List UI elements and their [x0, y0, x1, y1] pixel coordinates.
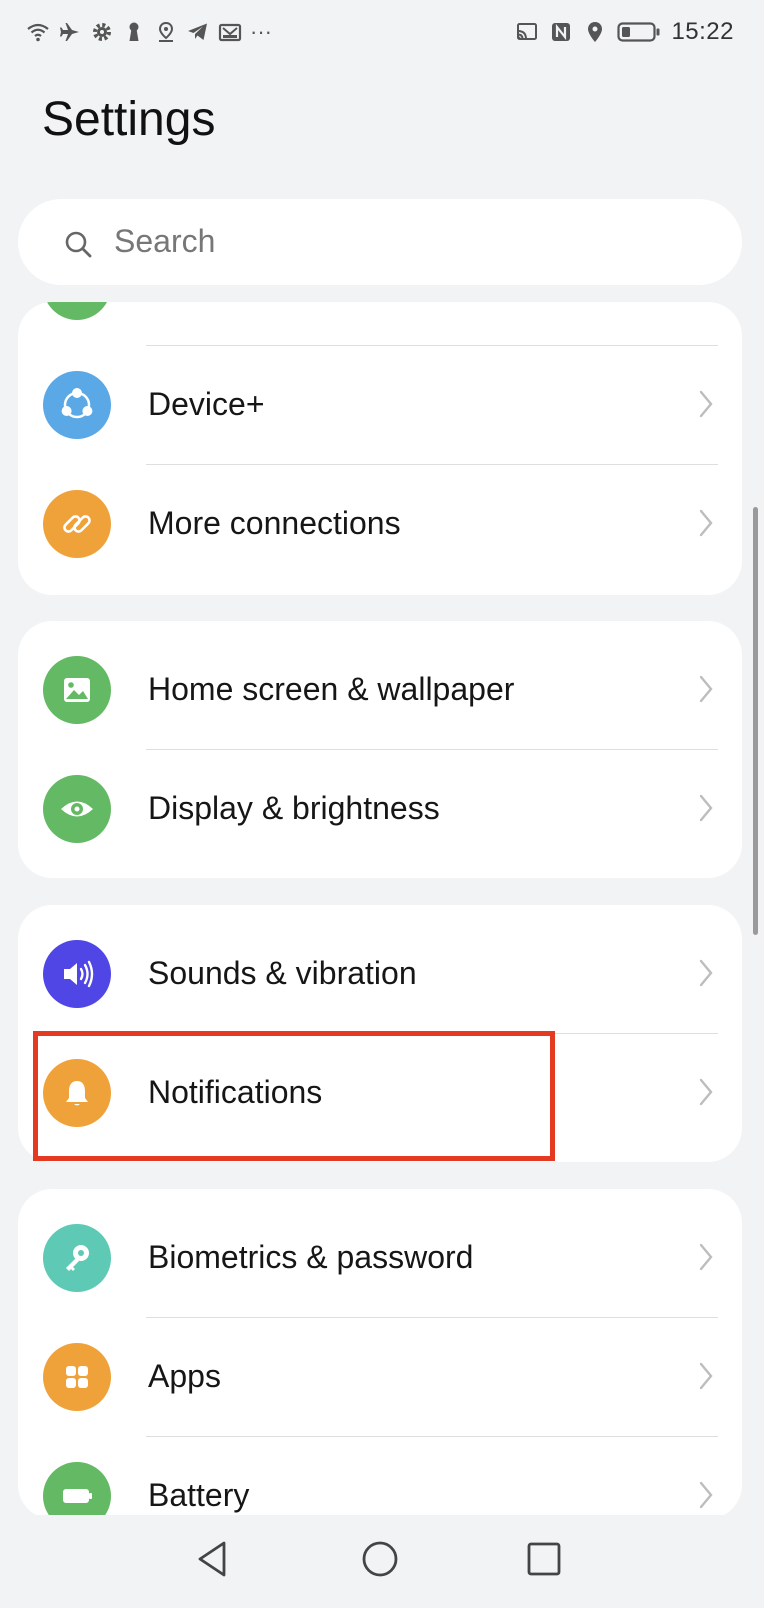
settings-item-label: Apps [148, 1358, 221, 1394]
settings-group-security-apps: Biometrics & password Apps Battery [18, 1189, 742, 1519]
gear-icon [93, 23, 111, 41]
chevron-right-icon [699, 390, 713, 418]
settings-item-sounds-vibration[interactable]: Sounds & vibration [18, 915, 742, 1033]
battery-icon [43, 1462, 111, 1519]
cast-icon [517, 23, 538, 40]
device-plus-icon [43, 371, 111, 439]
speaker-icon [43, 940, 111, 1008]
settings-item-apps[interactable]: Apps [18, 1318, 742, 1436]
chevron-right-icon [699, 1243, 713, 1271]
settings-item-label: Device+ [148, 386, 265, 422]
wifi-icon [27, 23, 49, 42]
location-icon [588, 22, 603, 42]
battery-status-icon [617, 22, 660, 42]
chevron-right-icon [699, 1481, 713, 1509]
partial-item-icon [43, 302, 111, 320]
chevron-right-icon [699, 509, 713, 537]
keyhole-icon [129, 22, 139, 41]
settings-item-label: Home screen & wallpaper [148, 671, 515, 707]
page-title: Settings [42, 93, 216, 146]
image-icon [43, 656, 111, 724]
settings-item-label: Sounds & vibration [148, 955, 417, 991]
navigation-bar [0, 1515, 764, 1608]
settings-item-device-plus[interactable]: Device+ [18, 346, 742, 464]
settings-group-display: Home screen & wallpaper Display & bright… [18, 621, 742, 878]
settings-item-battery[interactable]: Battery [18, 1437, 742, 1519]
location-pin-icon [158, 21, 174, 42]
search-input[interactable]: Search [114, 223, 215, 260]
settings-item-display-brightness[interactable]: Display & brightness [18, 750, 742, 868]
clock: 15:22 [671, 18, 734, 45]
search-bar[interactable]: Search [18, 199, 742, 285]
recents-icon[interactable] [520, 1535, 568, 1583]
settings-item-more-connections[interactable]: More connections [18, 465, 742, 583]
settings-item-biometrics-password[interactable]: Biometrics & password [18, 1199, 742, 1317]
chevron-right-icon [699, 794, 713, 822]
apps-grid-icon [43, 1343, 111, 1411]
back-icon[interactable] [190, 1535, 238, 1583]
settings-item-label: More connections [148, 505, 401, 541]
settings-group-connections: Device+ More connections [18, 302, 742, 595]
settings-item-label: Biometrics & password [148, 1239, 474, 1275]
chevron-right-icon [699, 675, 713, 703]
scrollbar[interactable] [753, 507, 758, 935]
settings-item-label: Display & brightness [148, 790, 440, 826]
status-bar: ··· 15:22 [0, 0, 764, 64]
chevron-right-icon [699, 1078, 713, 1106]
chevron-right-icon [699, 959, 713, 987]
more-notifications-indicator: ··· [250, 19, 272, 44]
chevron-right-icon [699, 1362, 713, 1390]
nfc-icon [552, 23, 571, 41]
highlight-box [33, 1031, 555, 1161]
mail-icon [218, 23, 242, 42]
telegram-icon [188, 23, 207, 40]
settings-item-home-screen-wallpaper[interactable]: Home screen & wallpaper [18, 631, 742, 749]
airplane-icon [60, 23, 79, 41]
key-icon [43, 1224, 111, 1292]
eye-icon [43, 775, 111, 843]
status-bar-right: 15:22 [515, 18, 734, 46]
link-icon [43, 490, 111, 558]
home-icon[interactable] [356, 1535, 404, 1583]
status-bar-left: ··· [26, 18, 272, 46]
settings-item-label: Battery [148, 1477, 250, 1513]
search-icon [65, 231, 92, 258]
